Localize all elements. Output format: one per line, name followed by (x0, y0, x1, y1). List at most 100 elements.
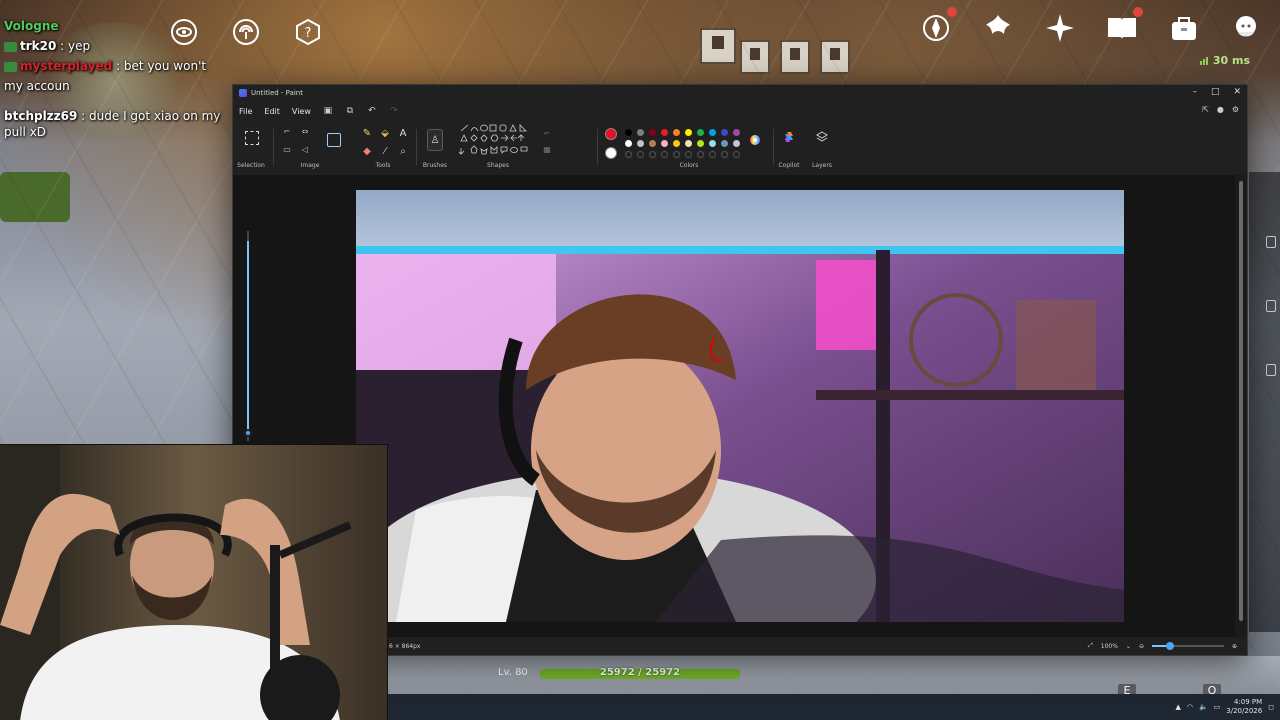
custom-color-slot[interactable] (673, 151, 680, 158)
color-swatch[interactable] (721, 140, 728, 147)
signal-icon[interactable] (228, 14, 264, 50)
volume-icon[interactable]: 🔈 (1199, 703, 1208, 711)
paint-canvas[interactable] (356, 190, 1124, 622)
save-icon[interactable]: ▣ (323, 106, 333, 116)
custom-color-slot[interactable] (733, 151, 740, 158)
color-swatch[interactable] (625, 140, 632, 147)
crop-icon[interactable]: ⌐ (281, 125, 293, 137)
ping-indicator: 30 ms (1199, 54, 1250, 67)
color-swatch[interactable] (697, 129, 704, 136)
color-swatch[interactable] (673, 129, 680, 136)
color-swatch[interactable] (661, 140, 668, 147)
panel-button-icon[interactable] (1266, 300, 1276, 312)
custom-color-slot[interactable] (625, 151, 632, 158)
streamer-webcam (0, 444, 388, 720)
pasted-webcam-image (356, 190, 1124, 622)
eraser-icon[interactable]: ◆ (361, 145, 373, 157)
handbook-icon[interactable] (1104, 7, 1143, 46)
color-swatch[interactable] (733, 129, 740, 136)
quest-bag-icon[interactable] (1166, 10, 1202, 46)
custom-color-slot[interactable] (721, 151, 728, 158)
custom-color-slot[interactable] (685, 151, 692, 158)
brush-size-slider[interactable] (244, 231, 252, 451)
vertical-scrollbar[interactable] (1235, 175, 1247, 637)
color-swatch[interactable] (733, 140, 740, 147)
brush-icon[interactable]: ♙ (427, 129, 443, 151)
custom-color-slot[interactable] (649, 151, 656, 158)
chevron-down-icon[interactable]: ⌄ (1126, 643, 1131, 650)
flip-icon[interactable]: ◁ (299, 143, 311, 155)
menu-edit[interactable]: Edit (264, 107, 280, 116)
custom-color-slot[interactable] (661, 151, 668, 158)
zoom-in-icon[interactable]: ⊕ (1232, 643, 1237, 650)
crate (780, 40, 810, 74)
magnifier-icon[interactable]: ⌕ (397, 145, 409, 157)
notification-bell-icon[interactable]: ◻ (1268, 703, 1274, 711)
copilot-icon[interactable] (783, 131, 795, 143)
zoom-slider-thumb[interactable] (1165, 642, 1174, 650)
color-swatch[interactable] (685, 140, 692, 147)
minimize-icon[interactable]: – (1192, 87, 1197, 97)
menu-view[interactable]: View (292, 107, 311, 116)
color-swatch[interactable] (709, 140, 716, 147)
color-swatch[interactable] (649, 140, 656, 147)
crop-save-icon[interactable]: ⧉ (345, 106, 355, 116)
zoom-slider[interactable] (1151, 642, 1224, 650)
help-icon[interactable]: ? (290, 14, 326, 50)
taskbar-clock[interactable]: 4:09 PM 3/20/2026 (1226, 698, 1262, 716)
maximize-icon[interactable]: □ (1211, 87, 1220, 97)
text-icon[interactable]: A (397, 127, 409, 139)
chat-message: trk20 : yep (4, 38, 232, 54)
color-picker-icon[interactable]: ⁄ (379, 145, 391, 157)
panel-button-icon[interactable] (1266, 364, 1276, 376)
fit-to-window-icon[interactable]: ⤢ (1088, 642, 1093, 650)
color-swatch[interactable] (649, 129, 656, 136)
settings-icon[interactable]: ⚙ (1232, 105, 1239, 114)
primary-color-swatch[interactable] (605, 128, 617, 140)
color-swatch[interactable] (673, 140, 680, 147)
sparkle-icon[interactable] (1042, 10, 1078, 46)
layers-icon[interactable] (816, 131, 828, 143)
custom-color-slot[interactable] (637, 151, 644, 158)
color-swatch[interactable] (661, 129, 668, 136)
menu-file[interactable]: File (239, 107, 252, 116)
panel-button-icon[interactable] (1266, 236, 1276, 248)
color-swatch[interactable] (685, 129, 692, 136)
account-icon[interactable]: ● (1217, 105, 1224, 114)
group-label: Shapes (487, 162, 509, 169)
share-icon[interactable]: ⇱ (1202, 105, 1209, 114)
shapes-gallery-icon[interactable] (459, 123, 537, 157)
fill-shape-icon[interactable]: ▦ (541, 143, 553, 155)
custom-color-slot[interactable] (709, 151, 716, 158)
outline-icon[interactable]: ⌐ (541, 127, 553, 139)
chevron-up-icon[interactable]: ▲ (1175, 703, 1180, 711)
compass-icon[interactable] (918, 7, 957, 46)
zoom-out-icon[interactable]: ⊖ (1139, 643, 1144, 650)
color-swatch[interactable] (637, 140, 644, 147)
undo-icon[interactable]: ↶ (367, 106, 377, 116)
custom-color-slot[interactable] (697, 151, 704, 158)
redo-icon[interactable]: ↷ (389, 106, 399, 116)
rotate-icon[interactable]: ▭ (281, 143, 293, 155)
fill-icon[interactable]: ⬙ (379, 127, 391, 139)
color-swatch[interactable] (625, 129, 632, 136)
selection-icon[interactable] (245, 131, 259, 145)
image-select-icon[interactable] (327, 133, 341, 147)
battery-icon[interactable]: ▭ (1214, 703, 1221, 711)
wifi-icon[interactable]: ◠ (1187, 703, 1193, 711)
secondary-color-swatch[interactable] (605, 147, 617, 159)
pencil-icon[interactable]: ✎ (361, 127, 373, 139)
zoom-level[interactable]: 100% (1101, 643, 1118, 650)
color-swatch[interactable] (637, 129, 644, 136)
layers-group: Layers (809, 121, 835, 173)
group-label: Tools (375, 162, 391, 169)
color-swatch[interactable] (709, 129, 716, 136)
color-swatch[interactable] (697, 140, 704, 147)
close-icon[interactable]: ✕ (1233, 87, 1241, 97)
wish-icon[interactable] (980, 10, 1016, 46)
slider-thumb[interactable] (244, 429, 252, 437)
resize-icon[interactable]: ⇔ (299, 125, 311, 137)
paimon-menu-icon[interactable] (1228, 10, 1264, 46)
color-swatch[interactable] (721, 129, 728, 136)
edit-colors-icon[interactable] (749, 134, 761, 146)
